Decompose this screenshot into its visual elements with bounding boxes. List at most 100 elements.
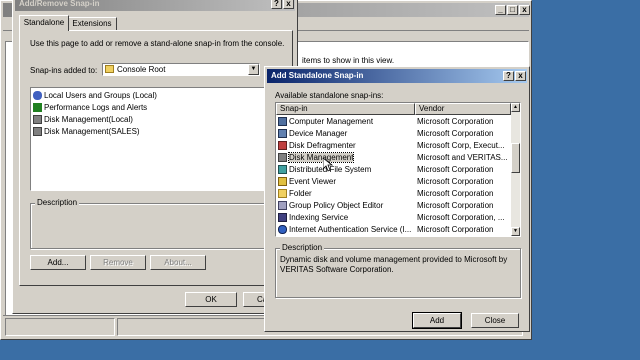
console-close-button[interactable]: x bbox=[519, 5, 530, 15]
disk-icon bbox=[278, 153, 287, 163]
snapins-added-label: Snap-ins added to: bbox=[30, 66, 98, 75]
snapins-added-combo[interactable]: Console Root ▼ bbox=[102, 63, 260, 76]
console-restore-button[interactable]: □ bbox=[507, 5, 518, 15]
add-standalone-snapin-dialog: Add Standalone Snap-in ? x Available sta… bbox=[264, 66, 530, 332]
scroll-down-icon[interactable]: ▼ bbox=[511, 227, 520, 236]
standalone-add-button[interactable]: Add bbox=[412, 312, 462, 329]
table-row[interactable]: Computer Management Microsoft Corporatio… bbox=[276, 116, 511, 128]
status-pane-left bbox=[5, 318, 115, 336]
standalone-tab-page: Use this page to add or remove a stand-a… bbox=[19, 30, 293, 286]
policy-icon bbox=[278, 201, 287, 211]
table-row[interactable]: Disk Management Microsoft and VERITAS... bbox=[276, 152, 511, 164]
table-row[interactable]: Indexing Service Microsoft Corporation, … bbox=[276, 212, 511, 224]
add-remove-title-bar: Add/Remove Snap-in bbox=[15, 0, 295, 11]
added-item-label: Performance Logs and Alerts bbox=[44, 103, 148, 112]
snapin-name: Disk Defragmenter bbox=[289, 141, 356, 150]
added-item-label: Disk Management(Local) bbox=[44, 115, 133, 124]
performance-icon bbox=[33, 103, 42, 113]
add-remove-help-button[interactable]: ? bbox=[271, 0, 282, 9]
description-group: Description bbox=[30, 198, 286, 249]
snapin-vendor: Microsoft Corp, Execut... bbox=[417, 141, 505, 150]
console-list-hint: items to show in this view. bbox=[302, 56, 395, 65]
device-icon bbox=[278, 129, 287, 139]
snapin-vendor: Microsoft Corporation bbox=[417, 165, 494, 174]
snapin-vendor: Microsoft Corporation bbox=[417, 177, 494, 186]
standalone-close-button[interactable]: Close bbox=[471, 313, 519, 328]
table-row[interactable]: Event Viewer Microsoft Corporation bbox=[276, 176, 511, 188]
console-minimize-button[interactable]: _ bbox=[495, 5, 506, 15]
snapin-vendor: Microsoft Corporation bbox=[417, 225, 494, 234]
snapin-vendor: Microsoft and VERITAS... bbox=[417, 153, 507, 162]
description-label: Description bbox=[35, 198, 80, 207]
computer-icon bbox=[278, 117, 287, 127]
tab-extensions-label: Extensions bbox=[72, 19, 112, 28]
snapin-vendor: Microsoft Corporation bbox=[417, 117, 494, 126]
snapin-name: Group Policy Object Editor bbox=[289, 201, 384, 210]
table-row[interactable]: Internet Authentication Service (I... Mi… bbox=[276, 224, 511, 236]
added-item-label: Local Users and Groups (Local) bbox=[44, 91, 157, 100]
scroll-up-icon[interactable]: ▲ bbox=[511, 103, 520, 112]
mouse-pointer-icon bbox=[323, 158, 333, 172]
close-button[interactable]: x bbox=[515, 71, 526, 81]
snapin-vendor: Microsoft Corporation bbox=[417, 129, 494, 138]
tab-extensions[interactable]: Extensions bbox=[67, 17, 117, 31]
about-button[interactable]: About... bbox=[150, 255, 206, 270]
snapin-vendor: Microsoft Corporation bbox=[417, 189, 494, 198]
add-standalone-title-bar: Add Standalone Snap-in bbox=[267, 69, 527, 83]
list-item[interactable]: Local Users and Groups (Local) bbox=[33, 90, 283, 102]
snapin-name: Folder bbox=[289, 189, 312, 198]
table-row[interactable]: Group Policy Object Editor Microsoft Cor… bbox=[276, 200, 511, 212]
snapin-vendor: Microsoft Corporation bbox=[417, 201, 494, 210]
snapin-vendor: Microsoft Corporation, ... bbox=[417, 213, 505, 222]
snapins-added-value: Console Root bbox=[117, 65, 166, 74]
disk-icon bbox=[33, 127, 42, 137]
snapin-name: Internet Authentication Service (I... bbox=[289, 225, 412, 234]
table-row[interactable]: Disk Defragmenter Microsoft Corp, Execut… bbox=[276, 140, 511, 152]
add-button[interactable]: Add... bbox=[30, 255, 86, 270]
snapin-name: Computer Management bbox=[289, 117, 374, 126]
standalone-description-group: Description Dynamic disk and volume mana… bbox=[275, 243, 521, 298]
chevron-down-icon[interactable]: ▼ bbox=[248, 64, 259, 75]
scroll-thumb[interactable] bbox=[511, 143, 520, 173]
column-header-snapin[interactable]: Snap-in bbox=[276, 103, 415, 115]
instruction-text: Use this page to add or remove a stand-a… bbox=[30, 39, 285, 48]
ias-icon bbox=[278, 225, 287, 235]
add-standalone-title: Add Standalone Snap-in bbox=[271, 71, 364, 80]
list-item[interactable]: Performance Logs and Alerts bbox=[33, 102, 283, 114]
tab-standalone-label: Standalone bbox=[23, 18, 65, 27]
column-header-vendor-label: Vendor bbox=[419, 104, 445, 113]
added-snapins-list[interactable]: Local Users and Groups (Local) Performan… bbox=[30, 87, 284, 191]
standalone-description-text: Dynamic disk and volume management provi… bbox=[280, 255, 508, 274]
snapin-name: Disk Management bbox=[287, 152, 355, 163]
list-scrollbar[interactable]: ▲ ▼ bbox=[511, 103, 520, 236]
list-item[interactable]: Disk Management(SALES) bbox=[33, 126, 283, 138]
index-icon bbox=[278, 213, 287, 223]
snapin-rows: Computer Management Microsoft Corporatio… bbox=[276, 116, 511, 236]
ok-button[interactable]: OK bbox=[185, 292, 237, 307]
disk-icon bbox=[33, 115, 42, 125]
snapin-name: Event Viewer bbox=[289, 177, 336, 186]
column-header-snapin-label: Snap-in bbox=[280, 104, 308, 113]
table-row[interactable]: Device Manager Microsoft Corporation bbox=[276, 128, 511, 140]
tab-standalone[interactable]: Standalone bbox=[19, 15, 69, 31]
defrag-icon bbox=[278, 141, 287, 151]
table-row[interactable]: Folder Microsoft Corporation bbox=[276, 188, 511, 200]
add-remove-close-button[interactable]: x bbox=[283, 0, 294, 9]
folder-icon bbox=[105, 65, 114, 73]
column-header-vendor[interactable]: Vendor bbox=[415, 103, 511, 115]
list-item[interactable]: Disk Management(Local) bbox=[33, 114, 283, 126]
add-remove-snapin-dialog: Add/Remove Snap-in ? x Standalone Extens… bbox=[12, 0, 298, 314]
remove-button[interactable]: Remove bbox=[90, 255, 146, 270]
snapin-name: Device Manager bbox=[289, 129, 348, 138]
added-item-label: Disk Management(SALES) bbox=[44, 127, 140, 136]
available-snapins-list[interactable]: Snap-in Vendor Computer Management Micro… bbox=[275, 102, 521, 237]
folder-icon bbox=[278, 189, 287, 199]
table-row[interactable]: Distributed File System Microsoft Corpor… bbox=[276, 164, 511, 176]
standalone-description-label: Description bbox=[280, 243, 325, 252]
help-button[interactable]: ? bbox=[503, 71, 514, 81]
event-icon bbox=[278, 177, 287, 187]
add-remove-title: Add/Remove Snap-in bbox=[19, 0, 100, 8]
users-icon bbox=[33, 91, 42, 101]
available-snapins-label: Available standalone snap-ins: bbox=[275, 91, 384, 100]
dfs-icon bbox=[278, 165, 287, 175]
